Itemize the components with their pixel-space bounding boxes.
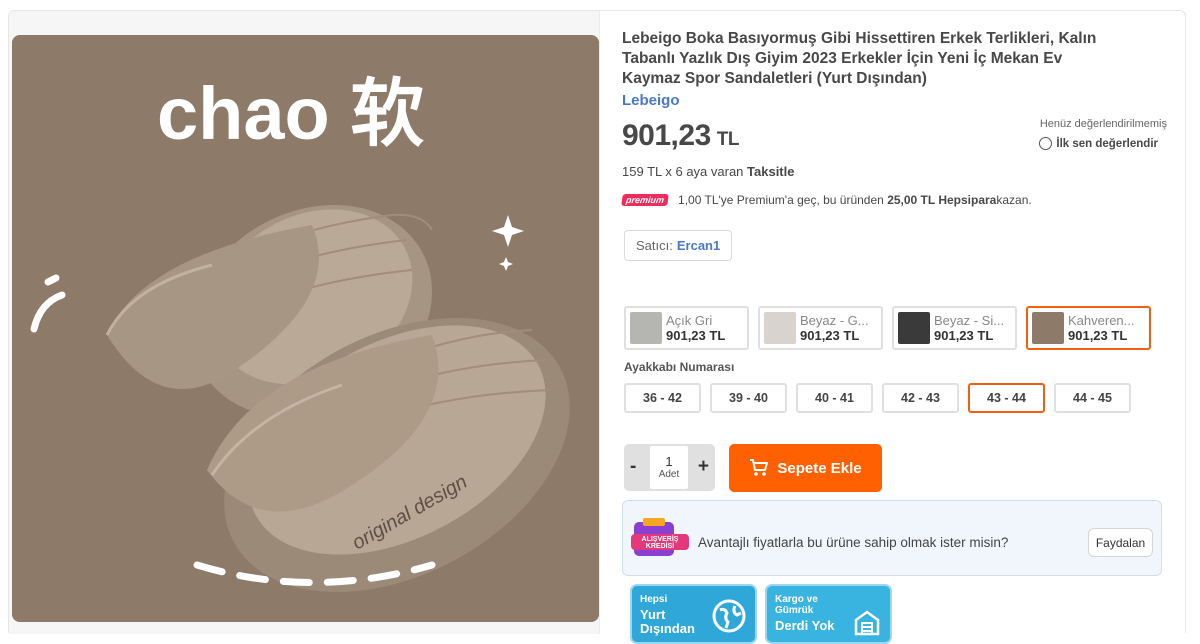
badge-big-text: Dışından	[640, 621, 695, 636]
add-to-cart-button[interactable]: Sepete Ekle	[729, 444, 882, 492]
increase-quantity-button[interactable]: +	[698, 456, 709, 478]
rating-status: Henüz değerlendirilmemiş	[1039, 118, 1167, 130]
premium-text: 1,00 TL'ye Premium'a geç, bu üründen	[678, 193, 884, 207]
product-title: Lebeigo Boka Basıyormuş Gibi Hissettiren…	[622, 30, 1097, 87]
premium-badge: premium	[621, 194, 669, 206]
variant-thumbnail	[764, 312, 796, 344]
badge-small-text: Gümrük	[775, 605, 814, 616]
installment-text: 159 TL x 6 aya varan	[622, 164, 748, 179]
size-option[interactable]: 36 - 42	[624, 383, 701, 413]
quantity-unit: Adet	[658, 469, 680, 480]
variant-thumbnail	[630, 312, 662, 344]
size-options: 36 - 42 39 - 40 40 - 41 42 - 43 43 - 44 …	[624, 383, 1131, 413]
variant-thumbnail	[1032, 312, 1064, 344]
badge-small-text: Kargo ve	[775, 594, 818, 605]
variant-option[interactable]: Beyaz - Si... 901,23 TL	[892, 306, 1017, 350]
installment-info[interactable]: 159 TL x 6 aya varan Taksitle	[622, 164, 794, 179]
warehouse-icon	[854, 610, 880, 636]
premium-suffix: kazan.	[996, 193, 1032, 207]
badge-big-text: Yurt	[640, 607, 666, 622]
globe-icon	[712, 599, 746, 633]
badge-big-text: Derdi Yok	[775, 618, 835, 633]
size-option[interactable]: 39 - 40	[710, 383, 787, 413]
credit-logo-line1: ALIŞVERİŞ	[642, 535, 679, 543]
variant-option-selected[interactable]: Kahveren... 901,23 TL	[1026, 306, 1151, 350]
cart-icon	[750, 459, 769, 476]
variant-option[interactable]: Beyaz - G... 901,23 TL	[758, 306, 883, 350]
shopping-credit-banner: ALIŞVERİŞ KREDİSİ Avantajlı fiyatlarla b…	[622, 500, 1162, 576]
product-illustration: chao 软 original design	[12, 35, 599, 622]
price-currency: TL	[716, 129, 740, 150]
rate-link-label: İlk sen değerlendir	[1056, 137, 1158, 150]
installment-strong: Taksitle	[747, 164, 795, 179]
credit-text: Avantajlı fiyatlarla bu ürüne sahip olma…	[698, 535, 1009, 550]
variant-name: Açık Gri	[666, 313, 713, 328]
size-label: Ayakkabı Numarası	[624, 360, 735, 374]
faydalan-button[interactable]: Faydalan	[1088, 528, 1153, 557]
quantity-stepper: - 1 Adet +	[624, 444, 715, 491]
decrease-quantity-button[interactable]: -	[630, 456, 636, 478]
image-panel: chao 软 original design	[9, 11, 599, 634]
variant-option[interactable]: Açık Gri 901,23 TL	[624, 306, 749, 350]
brand-link[interactable]: Lebeigo	[622, 92, 680, 109]
variant-list: Açık Gri 901,23 TL Beyaz - G... 901,23 TL …	[624, 306, 1151, 350]
shopping-credit-logo: ALIŞVERİŞ KREDİSİ	[631, 518, 689, 556]
add-to-cart-label: Sepete Ekle	[777, 459, 862, 477]
credit-logo-line2: KREDİSİ	[646, 542, 674, 550]
seller-box: Satıcı: Ercan1	[624, 230, 733, 261]
variant-name: Beyaz - G...	[800, 313, 869, 328]
premium-offer[interactable]: premium 1,00 TL'ye Premium'a geç, bu ürü…	[621, 193, 1032, 207]
product-image[interactable]: chao 软 original design	[12, 35, 599, 622]
variant-price: 901,23 TL	[666, 328, 726, 343]
variant-price: 901,23 TL	[1068, 328, 1128, 343]
panel-divider	[599, 11, 600, 634]
quantity-field[interactable]: 1 Adet	[650, 446, 688, 489]
overseas-badge: Hepsi Yurt Dışından	[630, 584, 757, 644]
variant-price: 901,23 TL	[800, 328, 860, 343]
premium-amount: 25,00 TL Hepsipara	[887, 193, 997, 207]
customs-badge: Kargo ve Gümrük Derdi Yok	[765, 584, 892, 644]
variant-thumbnail	[898, 312, 930, 344]
variant-name: Kahveren...	[1068, 313, 1135, 328]
variant-price: 901,23 TL	[934, 328, 994, 343]
variant-name: Beyaz - Si...	[934, 313, 1005, 328]
quantity-value: 1	[665, 454, 673, 469]
product-price: 901,23 TL	[622, 119, 739, 153]
rate-product-link[interactable]: İlk sen değerlendir	[1039, 137, 1158, 150]
badge-small-text: Hepsi	[640, 594, 668, 605]
price-value: 901,23	[622, 119, 711, 152]
seller-label: Satıcı:	[636, 238, 673, 253]
size-option[interactable]: 44 - 45	[1054, 383, 1131, 413]
product-detail-frame: chao 软 original design Lebeigo Boka Bası…	[8, 10, 1186, 644]
comment-icon	[1039, 137, 1053, 150]
size-option-selected[interactable]: 43 - 44	[968, 383, 1045, 413]
seller-name-link[interactable]: Ercan1	[677, 238, 720, 253]
size-option[interactable]: 42 - 43	[882, 383, 959, 413]
size-option[interactable]: 40 - 41	[796, 383, 873, 413]
image-logo-text: chao 软	[157, 72, 424, 155]
